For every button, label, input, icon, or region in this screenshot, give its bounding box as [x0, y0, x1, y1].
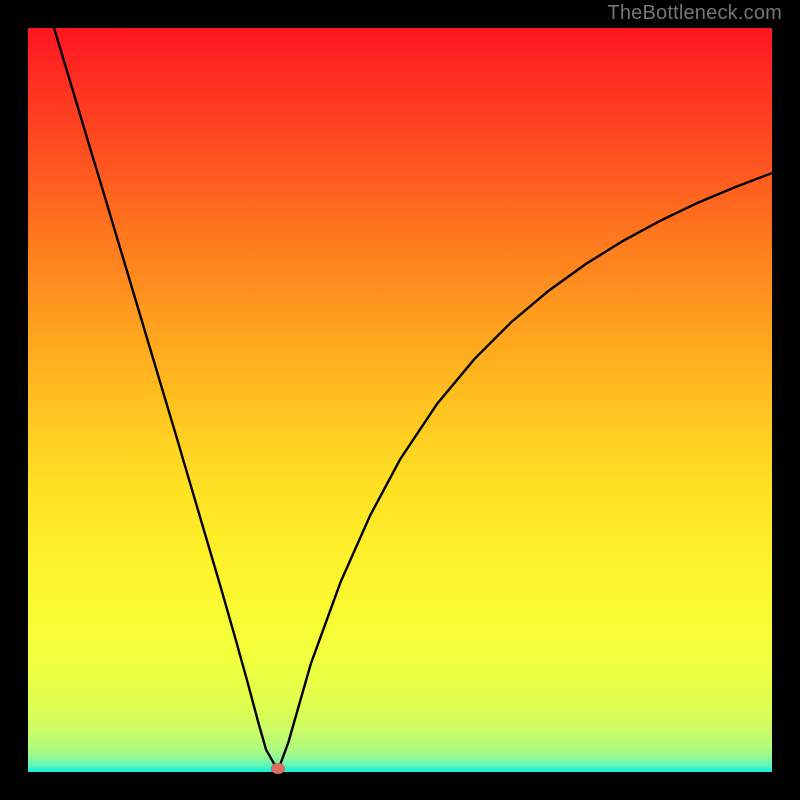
bottleneck-curve — [54, 28, 772, 771]
curve-svg — [28, 28, 772, 772]
chart-container: TheBottleneck.com — [0, 0, 800, 800]
optimum-marker — [271, 763, 285, 774]
watermark-text: TheBottleneck.com — [607, 2, 782, 25]
plot-area — [28, 28, 772, 772]
